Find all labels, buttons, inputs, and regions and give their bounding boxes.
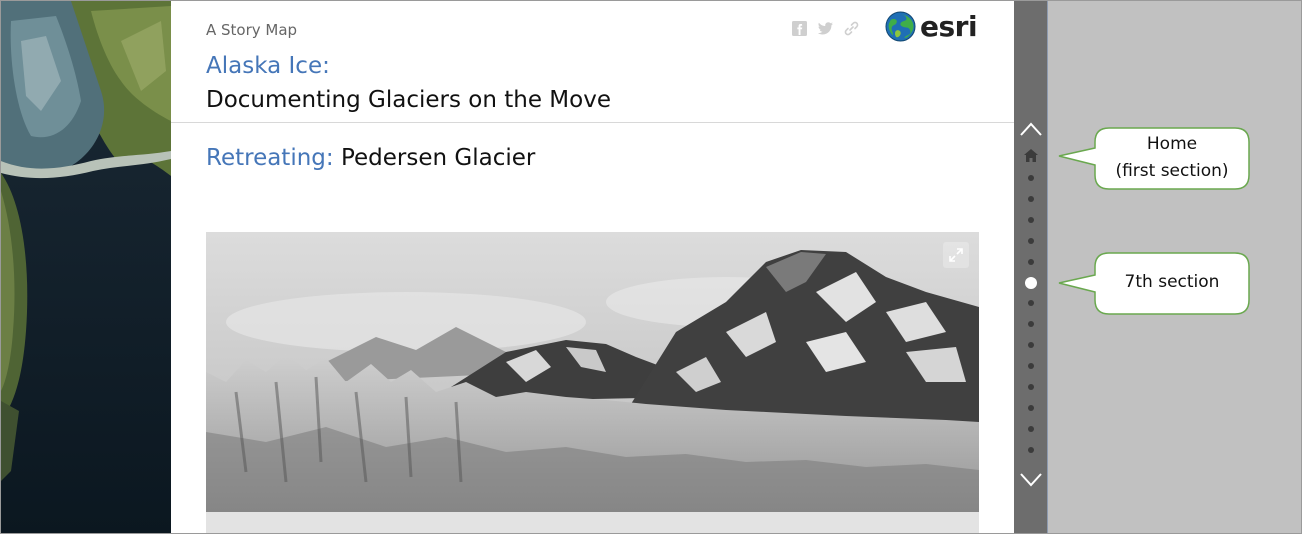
nav-dot[interactable] bbox=[1028, 447, 1034, 453]
home-callout-line1: Home bbox=[1146, 134, 1198, 154]
header-divider bbox=[171, 122, 1014, 123]
expand-icon bbox=[949, 248, 963, 262]
section-navigation bbox=[1014, 1, 1048, 533]
story-title: Documenting Glaciers on the Move bbox=[206, 87, 611, 113]
home-callout: Home (first section) bbox=[1057, 127, 1250, 190]
link-icon[interactable] bbox=[843, 20, 860, 37]
story-title-prefix: Alaska Ice: bbox=[206, 53, 330, 79]
nav-dot-active[interactable] bbox=[1025, 277, 1037, 289]
nav-dot[interactable] bbox=[1028, 426, 1034, 432]
next-section-arrow-icon[interactable] bbox=[1019, 471, 1043, 489]
home-callout-line2: (first section) bbox=[1115, 161, 1229, 181]
nav-dot[interactable] bbox=[1028, 238, 1034, 244]
nav-dot[interactable] bbox=[1028, 259, 1034, 265]
home-icon[interactable] bbox=[1023, 147, 1039, 163]
twitter-icon[interactable] bbox=[817, 20, 834, 37]
nav-dot[interactable] bbox=[1028, 384, 1034, 390]
nav-dot[interactable] bbox=[1028, 175, 1034, 181]
screenshot-frame: A Story Map Alaska Ice: Documenting Glac… bbox=[0, 0, 1302, 534]
section-heading-accent: Retreating: bbox=[206, 145, 334, 171]
nav-dot[interactable] bbox=[1028, 300, 1034, 306]
expand-media-button[interactable] bbox=[943, 242, 969, 268]
esri-wordmark: esri bbox=[920, 9, 978, 43]
glacier-photo bbox=[206, 232, 979, 533]
facebook-icon[interactable] bbox=[791, 20, 808, 37]
section-heading-text: Pedersen Glacier bbox=[333, 145, 536, 171]
section-heading: Retreating: Pedersen Glacier bbox=[206, 145, 535, 171]
previous-section-arrow-icon[interactable] bbox=[1019, 120, 1043, 138]
satellite-map[interactable] bbox=[1, 1, 171, 533]
nav-dot[interactable] bbox=[1028, 321, 1034, 327]
nav-dot[interactable] bbox=[1028, 405, 1034, 411]
esri-logo[interactable]: esri bbox=[885, 9, 978, 43]
nav-dot[interactable] bbox=[1028, 342, 1034, 348]
nav-dot[interactable] bbox=[1028, 196, 1034, 202]
story-map-kicker: A Story Map bbox=[206, 21, 298, 39]
globe-icon bbox=[885, 11, 916, 42]
nav-dot[interactable] bbox=[1028, 363, 1034, 369]
story-panel: A Story Map Alaska Ice: Documenting Glac… bbox=[171, 1, 1014, 533]
seventh-section-callout-text: 7th section bbox=[1124, 272, 1220, 292]
share-buttons bbox=[791, 20, 860, 37]
seventh-section-callout: 7th section bbox=[1057, 252, 1250, 315]
nav-dot[interactable] bbox=[1028, 217, 1034, 223]
